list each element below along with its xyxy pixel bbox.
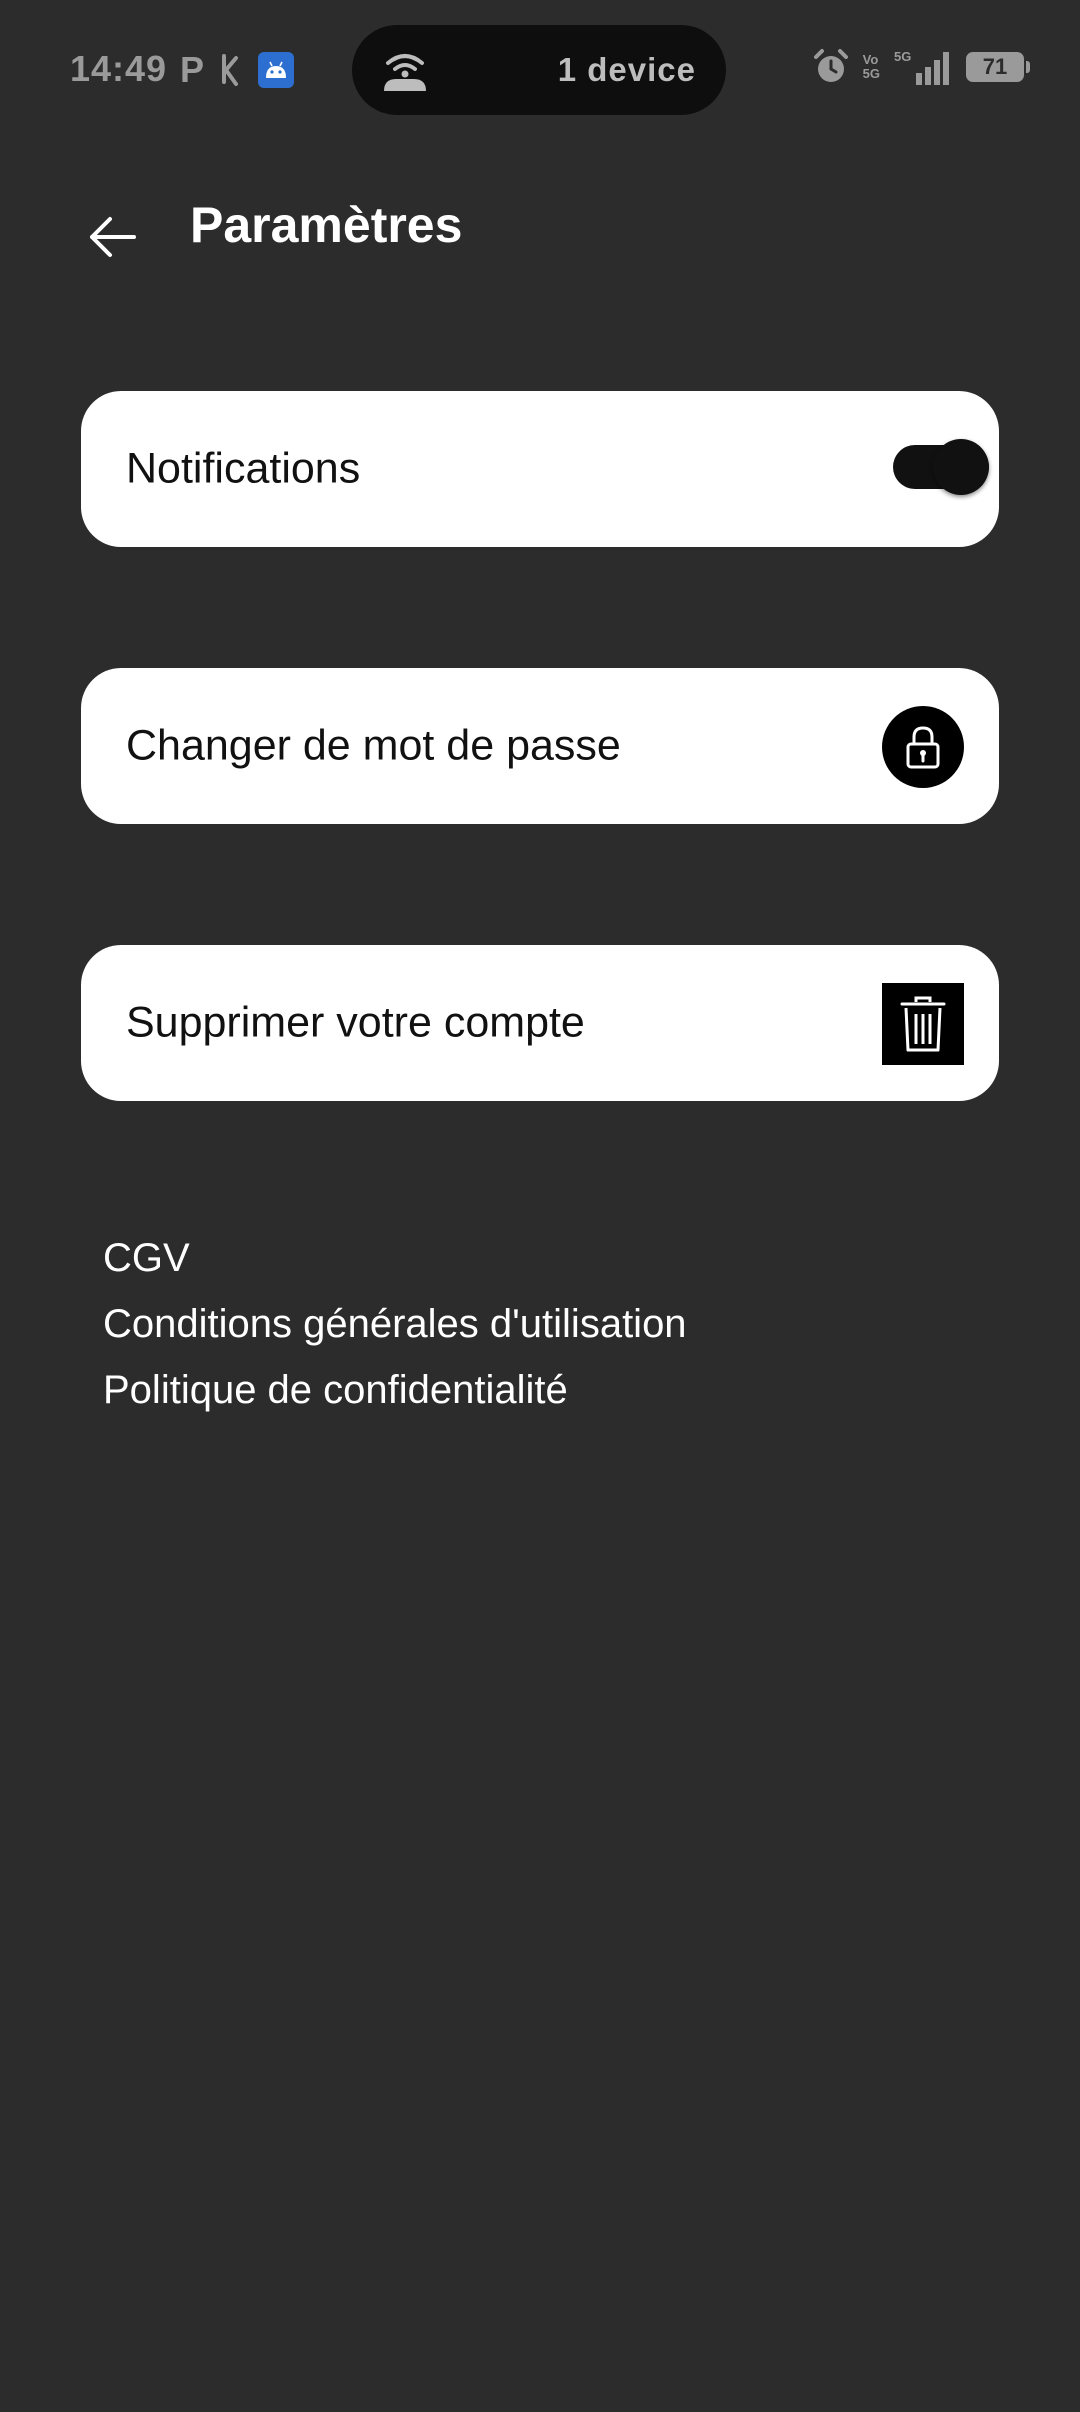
alarm-icon: [813, 49, 848, 82]
delete-account-label: Supprimer votre compte: [126, 998, 585, 1047]
settings-screen: 14:49 P 1 device Vo 5G 5G 71 Paramètres …: [0, 0, 1080, 2412]
back-button[interactable]: [80, 204, 146, 270]
legal-links: CGV Conditions générales d'utilisation P…: [103, 1225, 687, 1423]
notifications-setting[interactable]: Notifications: [81, 391, 999, 547]
lock-icon: [882, 706, 964, 788]
battery-level: 71: [982, 54, 1008, 79]
notifications-toggle[interactable]: [893, 439, 989, 495]
change-password-label: Changer de mot de passe: [126, 721, 621, 770]
p-icon: P: [180, 49, 205, 90]
cgv-link[interactable]: CGV: [103, 1225, 687, 1291]
volte-icon: Vo 5G: [863, 53, 880, 81]
status-left-icons: P: [180, 49, 295, 90]
status-time: 14:49: [70, 48, 168, 89]
app-header: Paramètres: [0, 180, 1080, 270]
k-icon: [222, 54, 239, 86]
volte-top: Vo: [862, 52, 879, 67]
hotspot-pill[interactable]: 1 device: [352, 25, 726, 115]
battery-icon: 71: [966, 52, 1030, 82]
trash-icon: [882, 983, 964, 1065]
notifications-label: Notifications: [126, 444, 361, 493]
hotspot-device-count: 1 device: [557, 51, 696, 88]
android-icon: [258, 52, 295, 88]
hotspot-icon: [384, 54, 426, 91]
page-title: Paramètres: [190, 197, 463, 253]
toggle-thumb: [933, 439, 989, 495]
delete-account-button[interactable]: Supprimer votre compte: [81, 945, 999, 1101]
status-right-icons: Vo 5G 5G 71: [813, 48, 1030, 86]
change-password-button[interactable]: Changer de mot de passe: [81, 668, 999, 824]
svg-text:5G: 5G: [894, 49, 911, 64]
privacy-link[interactable]: Politique de confidentialité: [103, 1357, 687, 1423]
arrow-left-icon: [90, 217, 136, 257]
status-bar: 14:49 P 1 device Vo 5G 5G 71: [0, 0, 1080, 140]
volte-bottom: 5G: [862, 66, 880, 81]
terms-link[interactable]: Conditions générales d'utilisation: [103, 1291, 687, 1357]
signal-5g-icon: 5G: [894, 49, 949, 85]
